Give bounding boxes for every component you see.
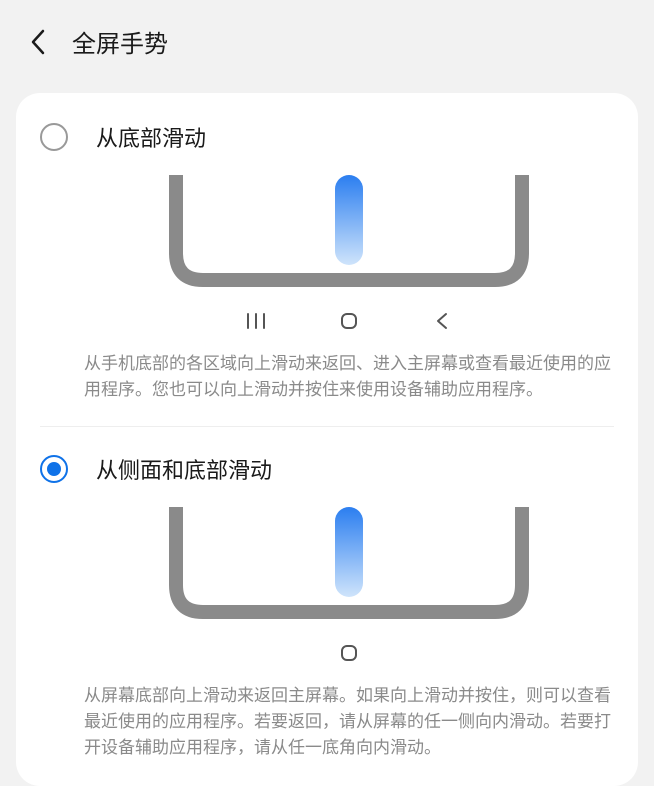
- option-description: 从手机底部的各区域向上滑动来返回、进入主屏幕或查看最近使用的应用程序。您也可以向…: [84, 351, 614, 404]
- option-side-bottom-swipe-header[interactable]: 从侧面和底部滑动: [40, 453, 614, 485]
- option-description: 从屏幕底部向上滑动来返回主屏幕。如果向上滑动并按住，则可以查看最近使用的应用程序…: [84, 683, 614, 762]
- illustration-wrap: 从屏幕底部向上滑动来返回主屏幕。如果向上滑动并按住，则可以查看最近使用的应用程序…: [40, 503, 614, 762]
- home-icon: [338, 311, 360, 337]
- divider: [40, 426, 614, 427]
- back-nav-icon: [431, 311, 453, 337]
- radio-checked-icon[interactable]: [40, 455, 68, 483]
- options-card: 从底部滑动: [16, 93, 638, 786]
- option-title: 从侧面和底部滑动: [96, 453, 272, 485]
- illustration-wrap: 从手机底部的各区域向上滑动来返回、进入主屏幕或查看最近使用的应用程序。您也可以向…: [40, 171, 614, 404]
- illustration-bottom-swipe: [169, 171, 529, 301]
- recents-icon: [245, 311, 267, 337]
- nav-icons-three: [169, 301, 529, 351]
- option-bottom-swipe-header[interactable]: 从底部滑动: [40, 121, 614, 153]
- home-icon: [338, 643, 360, 669]
- back-icon[interactable]: [24, 28, 52, 56]
- radio-unchecked-icon[interactable]: [40, 123, 68, 151]
- option-title: 从底部滑动: [96, 121, 206, 153]
- nav-icons-single: [169, 633, 529, 683]
- option-side-bottom-swipe: 从侧面和底部滑动: [40, 445, 614, 762]
- header: 全屏手势: [0, 0, 654, 83]
- option-bottom-swipe: 从底部滑动: [40, 113, 614, 404]
- illustration-side-bottom-swipe: [169, 503, 529, 633]
- page-title: 全屏手势: [72, 24, 168, 59]
